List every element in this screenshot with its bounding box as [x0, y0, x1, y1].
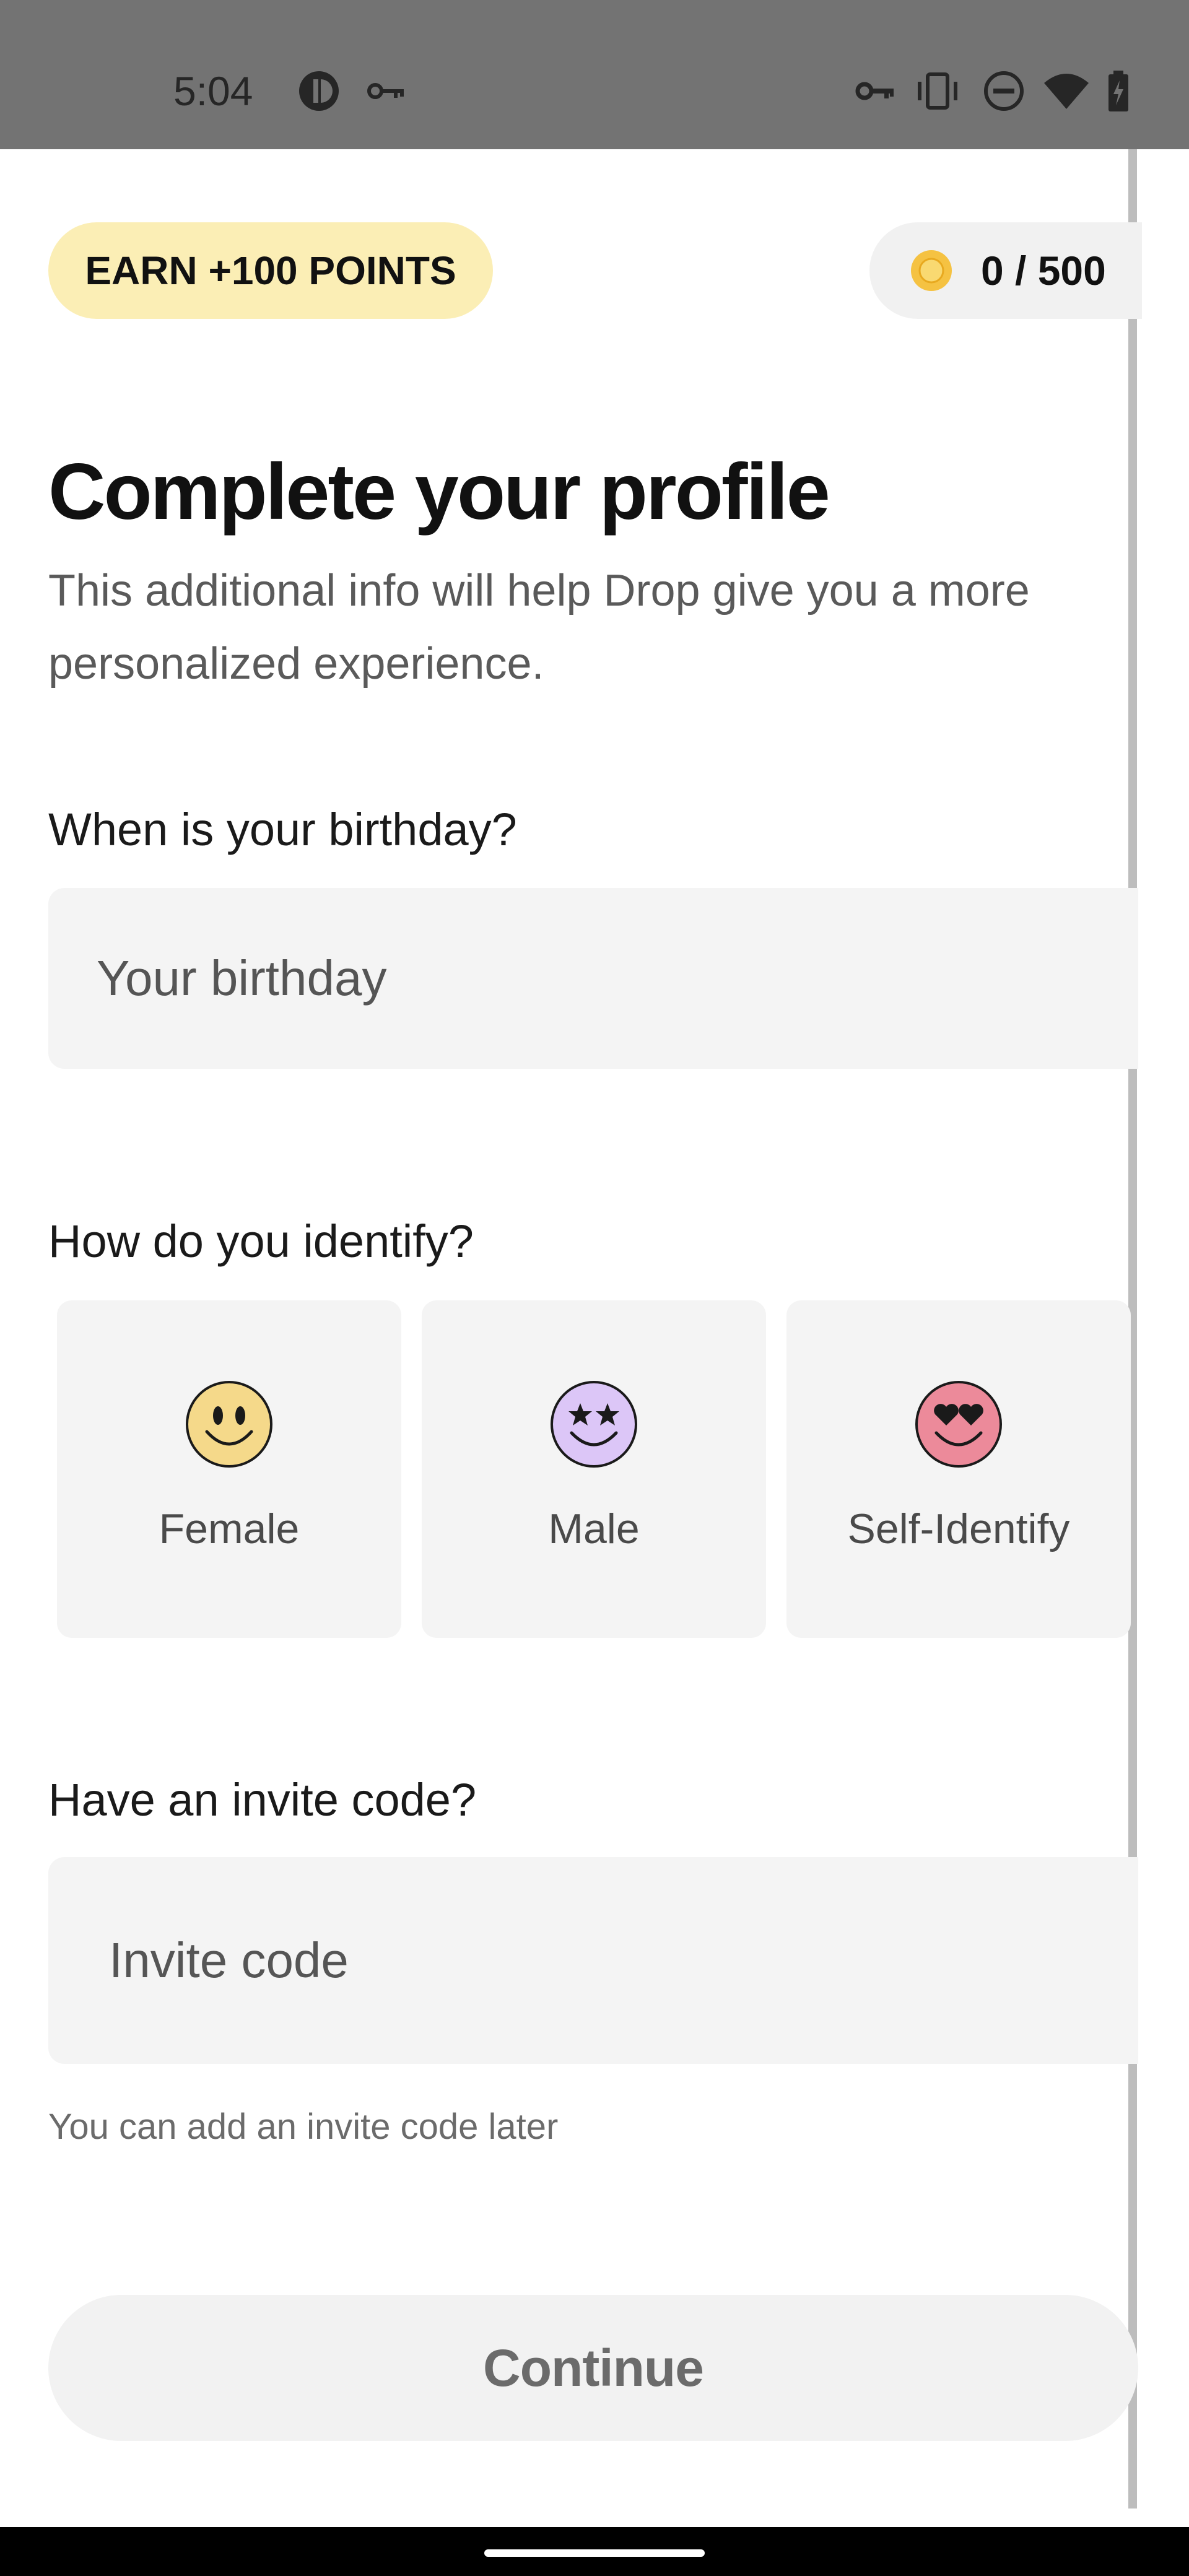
gender-option-label: Male	[548, 1505, 640, 1552]
gender-option-label: Female	[159, 1505, 300, 1552]
invite-code-placeholder: Invite code	[109, 1933, 349, 1988]
coin-icon	[911, 250, 952, 291]
gender-option-male[interactable]: Male	[422, 1300, 766, 1638]
page-subtitle: This additional info will help Drop give…	[48, 566, 1030, 689]
home-handle[interactable]	[484, 2549, 705, 2557]
points-counter[interactable]: 0 / 500	[869, 222, 1142, 319]
gender-option-self-identify[interactable]: Self-Identify	[786, 1300, 1131, 1638]
birthday-label: When is your birthday?	[48, 804, 517, 855]
app-notification-icon	[299, 71, 339, 111]
heart-eyes-face-icon	[915, 1381, 1002, 1468]
vibrate-icon	[918, 72, 957, 110]
gender-option-female[interactable]: Female	[57, 1300, 401, 1638]
earn-points-label: EARN +100 POINTS	[85, 248, 456, 293]
birthday-input[interactable]: Your birthday	[48, 888, 1138, 1069]
navigation-bar	[0, 2527, 1189, 2576]
smiley-face-icon	[186, 1381, 272, 1468]
status-time: 5:04	[173, 68, 253, 114]
birthday-placeholder: Your birthday	[97, 951, 387, 1006]
vpn-key-icon	[855, 82, 894, 100]
star-eyes-face-icon	[551, 1381, 637, 1468]
continue-label: Continue	[483, 2338, 704, 2397]
invite-helper-text: You can add an invite code later	[48, 2107, 559, 2147]
points-value: 0 / 500	[981, 248, 1106, 294]
page-title: Complete your profile	[48, 448, 830, 536]
wifi-icon	[1044, 74, 1089, 109]
gender-option-label: Self-Identify	[847, 1505, 1070, 1552]
continue-button[interactable]: Continue	[48, 2295, 1138, 2441]
invite-label: Have an invite code?	[48, 1774, 477, 1825]
do-not-disturb-icon	[984, 71, 1024, 111]
invite-code-input[interactable]: Invite code	[48, 1857, 1138, 2064]
status-bar: 5:04	[0, 0, 1189, 149]
battery-icon	[1108, 71, 1128, 111]
key-icon	[367, 83, 404, 99]
identify-label: How do you identify?	[48, 1216, 474, 1267]
earn-points-badge[interactable]: EARN +100 POINTS	[48, 222, 493, 319]
